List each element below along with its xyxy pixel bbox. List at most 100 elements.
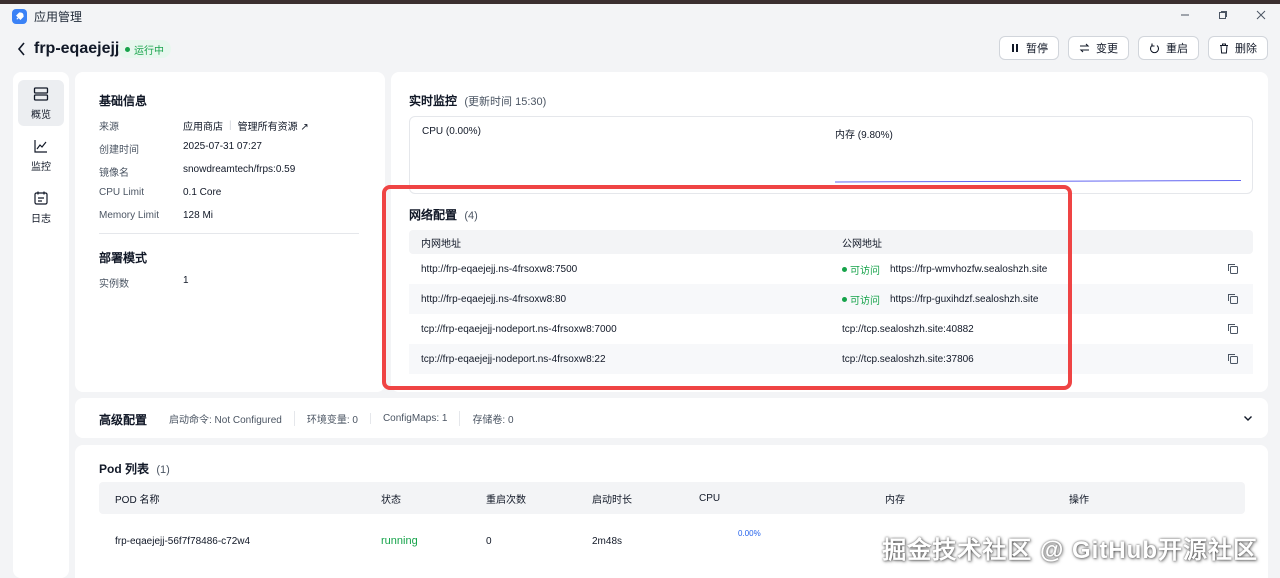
basic-info-title: 基础信息 — [99, 94, 148, 108]
configmaps-tag: ConfigMaps: 1 — [369, 412, 459, 424]
table-row: http://frp-eqaejejj.ns-4frsoxw8:80 可访问 h… — [409, 284, 1253, 314]
column-status: 状态 — [381, 494, 401, 506]
source-text: 应用商店 — [183, 122, 223, 133]
copy-icon[interactable] — [1227, 323, 1239, 335]
advanced-title: 高级配置 — [99, 413, 148, 427]
change-button[interactable]: 变更 — [1068, 36, 1129, 60]
sidebar-item-label: 概览 — [31, 109, 51, 121]
accessible-badge: 可访问 — [842, 292, 880, 307]
back-arrow-icon[interactable] — [16, 40, 28, 58]
pod-restarts: 0 — [486, 535, 492, 547]
volumes-tag: 存储卷: 0 — [459, 410, 525, 426]
basic-info-card: 基础信息 来源 应用商店 | 管理所有资源 ↗ 创建时间 2025-07-31 … — [75, 72, 385, 392]
cpu-limit-value: 0.1 Core — [183, 187, 222, 198]
sidebar-item-logs[interactable]: 日志 — [18, 184, 64, 230]
chart-icon — [34, 139, 47, 153]
log-icon — [34, 191, 48, 205]
public-address[interactable]: tcp://tcp.sealoshzh.site:37806 — [842, 344, 974, 374]
internal-address[interactable]: tcp://frp-eqaejejj-nodeport.ns-4frsoxw8:… — [421, 344, 606, 374]
public-address-cell: 可访问 https://frp-wmvhozfw.sealoshzh.site — [842, 254, 1047, 284]
memory-limit-label: Memory Limit — [99, 210, 160, 221]
copy-icon[interactable] — [1227, 353, 1239, 365]
public-address-cell: 可访问 https://frp-guxihdzf.sealoshzh.site — [842, 284, 1038, 314]
network-title: 网络配置 — [409, 208, 458, 222]
instances-label: 实例数 — [99, 279, 129, 290]
startup-command-tag: 启动命令: Not Configured — [169, 414, 282, 426]
internal-address[interactable]: http://frp-eqaejejj.ns-4frsoxw8:7500 — [421, 254, 577, 284]
column-uptime: 启动时长 — [592, 494, 632, 506]
pod-uptime: 2m48s — [592, 535, 623, 547]
memory-monitor-label: 内存 (9.80%) — [835, 130, 893, 141]
column-restarts: 重启次数 — [486, 494, 526, 506]
public-address-link[interactable]: https://frp-wmvhozfw.sealoshzh.site — [890, 264, 1047, 275]
table-row: tcp://frp-eqaejejj-nodeport.ns-4frsoxw8:… — [409, 314, 1253, 344]
swap-icon — [1079, 43, 1090, 53]
pod-list-header: Pod 列表 (1) — [99, 460, 170, 477]
internal-address[interactable]: http://frp-eqaejejj.ns-4frsoxw8:80 — [421, 284, 566, 314]
pod-name[interactable]: frp-eqaejejj-56f7f78486-c72w4 — [115, 525, 250, 557]
manage-resources-link[interactable]: 管理所有资源 ↗ — [238, 118, 309, 133]
internal-address[interactable]: tcp://frp-eqaejejj-nodeport.ns-4frsoxw8:… — [421, 314, 617, 344]
pause-label: 暂停 — [1026, 43, 1048, 55]
external-link-icon: ↗ — [300, 122, 309, 133]
watermark: 掘金技术社区 @ GitHub开源社区 — [882, 537, 1258, 564]
env-vars-tag: 环境变量: 0 — [293, 410, 370, 426]
table-row: http://frp-eqaejejj.ns-4frsoxw8:7500 可访问… — [409, 254, 1253, 284]
sidebar-item-overview[interactable]: 概览 — [18, 80, 64, 126]
delete-label: 删除 — [1235, 43, 1257, 55]
close-icon[interactable] — [1254, 8, 1268, 22]
copy-icon[interactable] — [1227, 263, 1239, 275]
pod-status: running — [381, 535, 418, 547]
sidebar-item-monitor[interactable]: 监控 — [18, 132, 64, 178]
monitor-updated: (更新时间 15:30) — [464, 96, 547, 108]
source-value: 应用商店 | 管理所有资源 ↗ — [183, 118, 309, 133]
restart-label: 重启 — [1166, 43, 1188, 55]
column-internal: 内网地址 — [421, 238, 461, 250]
monitor-header: 实时监控 (更新时间 15:30) — [409, 92, 546, 109]
deploy-mode-title: 部署模式 — [99, 251, 148, 265]
column-pod-name: POD 名称 — [115, 494, 160, 506]
sidebar-item-label: 日志 — [31, 213, 51, 225]
divider — [99, 233, 359, 234]
pod-table-header: POD 名称 状态 重启次数 启动时长 CPU 内存 操作 — [99, 482, 1245, 514]
monitor-panel: CPU (0.00%) 内存 (9.80%) — [409, 116, 1253, 194]
pod-list-title: Pod 列表 — [99, 462, 149, 476]
chevron-down-icon[interactable] — [1242, 412, 1254, 424]
monitor-title: 实时监控 — [409, 94, 458, 108]
overview-icon — [33, 86, 49, 101]
memory-limit-value: 128 Mi — [183, 210, 214, 221]
image-value: snowdreamtech/frps:0.59 — [183, 164, 296, 175]
restore-icon[interactable] — [1216, 8, 1230, 22]
window-title: 应用管理 — [34, 9, 83, 24]
monitor-network-card: 实时监控 (更新时间 15:30) CPU (0.00%) 内存 (9.80%)… — [391, 72, 1268, 392]
column-memory: 内存 — [885, 494, 905, 506]
divider: | — [229, 120, 232, 131]
minimize-icon[interactable] — [1178, 8, 1192, 22]
network-count: (4) — [464, 210, 478, 222]
column-cpu: CPU — [699, 492, 721, 504]
trash-icon — [1220, 43, 1228, 53]
copy-icon[interactable] — [1227, 293, 1239, 305]
change-label: 变更 — [1096, 43, 1118, 55]
restart-button[interactable]: 重启 — [1138, 36, 1199, 60]
page-header: frp-eqaejejj 运行中 暂停 变更 重启 删除 — [0, 34, 1280, 64]
sidebar-item-label: 监控 — [31, 161, 51, 173]
cpu-monitor-label: CPU (0.00%) — [422, 126, 481, 137]
status-dot-icon — [125, 46, 130, 52]
pause-button[interactable]: 暂停 — [999, 36, 1059, 60]
pause-icon — [1012, 44, 1018, 52]
pod-count: (1) — [156, 464, 170, 476]
public-address[interactable]: tcp://tcp.sealoshzh.site:40882 — [842, 314, 974, 344]
restart-icon — [1149, 43, 1160, 53]
delete-button[interactable]: 删除 — [1208, 36, 1268, 60]
column-public: 公网地址 — [842, 238, 882, 250]
created-value: 2025-07-31 07:27 — [183, 141, 262, 152]
network-table-header: 内网地址 公网地址 — [409, 230, 1253, 254]
public-address-link[interactable]: https://frp-guxihdzf.sealoshzh.site — [890, 294, 1038, 305]
network-header: 网络配置 (4) — [409, 206, 478, 223]
sidebar: 概览 监控 日志 — [13, 72, 69, 578]
advanced-config-card[interactable]: 高级配置 启动命令: Not Configured 环境变量: 0 Config… — [75, 398, 1268, 438]
app-rocket-icon — [12, 8, 27, 24]
created-label: 创建时间 — [99, 145, 139, 156]
status-label: 运行中 — [134, 45, 164, 57]
